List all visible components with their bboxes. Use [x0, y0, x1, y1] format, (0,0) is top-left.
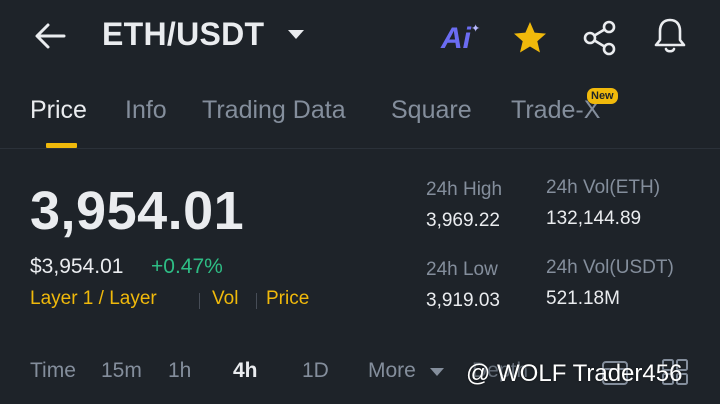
- stat-high-value: 3,969.22: [426, 210, 500, 231]
- tag-price[interactable]: Price: [266, 288, 309, 310]
- notification-bell-icon[interactable]: [650, 16, 690, 56]
- price-usd: $3,954.01: [30, 255, 124, 278]
- pair-dropdown-icon[interactable]: [288, 30, 304, 39]
- tag-vol[interactable]: Vol: [212, 288, 238, 310]
- tag-separator: [199, 293, 200, 309]
- stat-vol-eth-value: 132,144.89: [546, 208, 642, 229]
- timeframe-1h[interactable]: 1h: [168, 359, 191, 383]
- timeframe-4h[interactable]: 4h: [233, 359, 258, 383]
- tab-square[interactable]: Square: [391, 96, 472, 125]
- timeframe-time[interactable]: Time: [30, 359, 76, 383]
- tab-info[interactable]: Info: [125, 96, 167, 125]
- stat-vol-usdt-value: 521.18M: [546, 288, 620, 309]
- favorite-star-icon[interactable]: [510, 18, 550, 58]
- ai-sparkle-icon: ✦: [471, 23, 481, 35]
- tag-layer1[interactable]: Layer 1 / Layer: [30, 288, 157, 310]
- stat-vol-usdt-label: 24h Vol(USDT): [546, 257, 674, 278]
- stat-high-label: 24h High: [426, 179, 503, 200]
- stat-low-value: 3,919.03: [426, 290, 500, 311]
- share-icon[interactable]: [580, 18, 620, 58]
- timeframe-1d[interactable]: 1D: [302, 359, 329, 383]
- last-price: 3,954.01: [30, 181, 245, 241]
- tab-trading-data[interactable]: Trading Data: [202, 96, 346, 125]
- header-divider: [0, 148, 720, 149]
- price-change-percent: +0.47%: [151, 255, 223, 278]
- new-badge: New: [587, 88, 618, 104]
- ai-assistant-icon[interactable]: Ai: [441, 22, 471, 56]
- chevron-down-icon[interactable]: [430, 368, 444, 376]
- watermark-text: @ WOLF Trader456: [466, 360, 683, 387]
- tag-separator: [256, 293, 257, 309]
- trading-pair-title[interactable]: ETH/USDT: [102, 16, 264, 53]
- back-arrow-icon[interactable]: [34, 22, 66, 50]
- timeframe-15m[interactable]: 15m: [101, 359, 142, 383]
- stat-vol-eth-label: 24h Vol(ETH): [546, 177, 661, 198]
- stat-low-label: 24h Low: [426, 259, 498, 280]
- tab-price[interactable]: Price: [30, 96, 87, 125]
- timeframe-more[interactable]: More: [368, 359, 416, 383]
